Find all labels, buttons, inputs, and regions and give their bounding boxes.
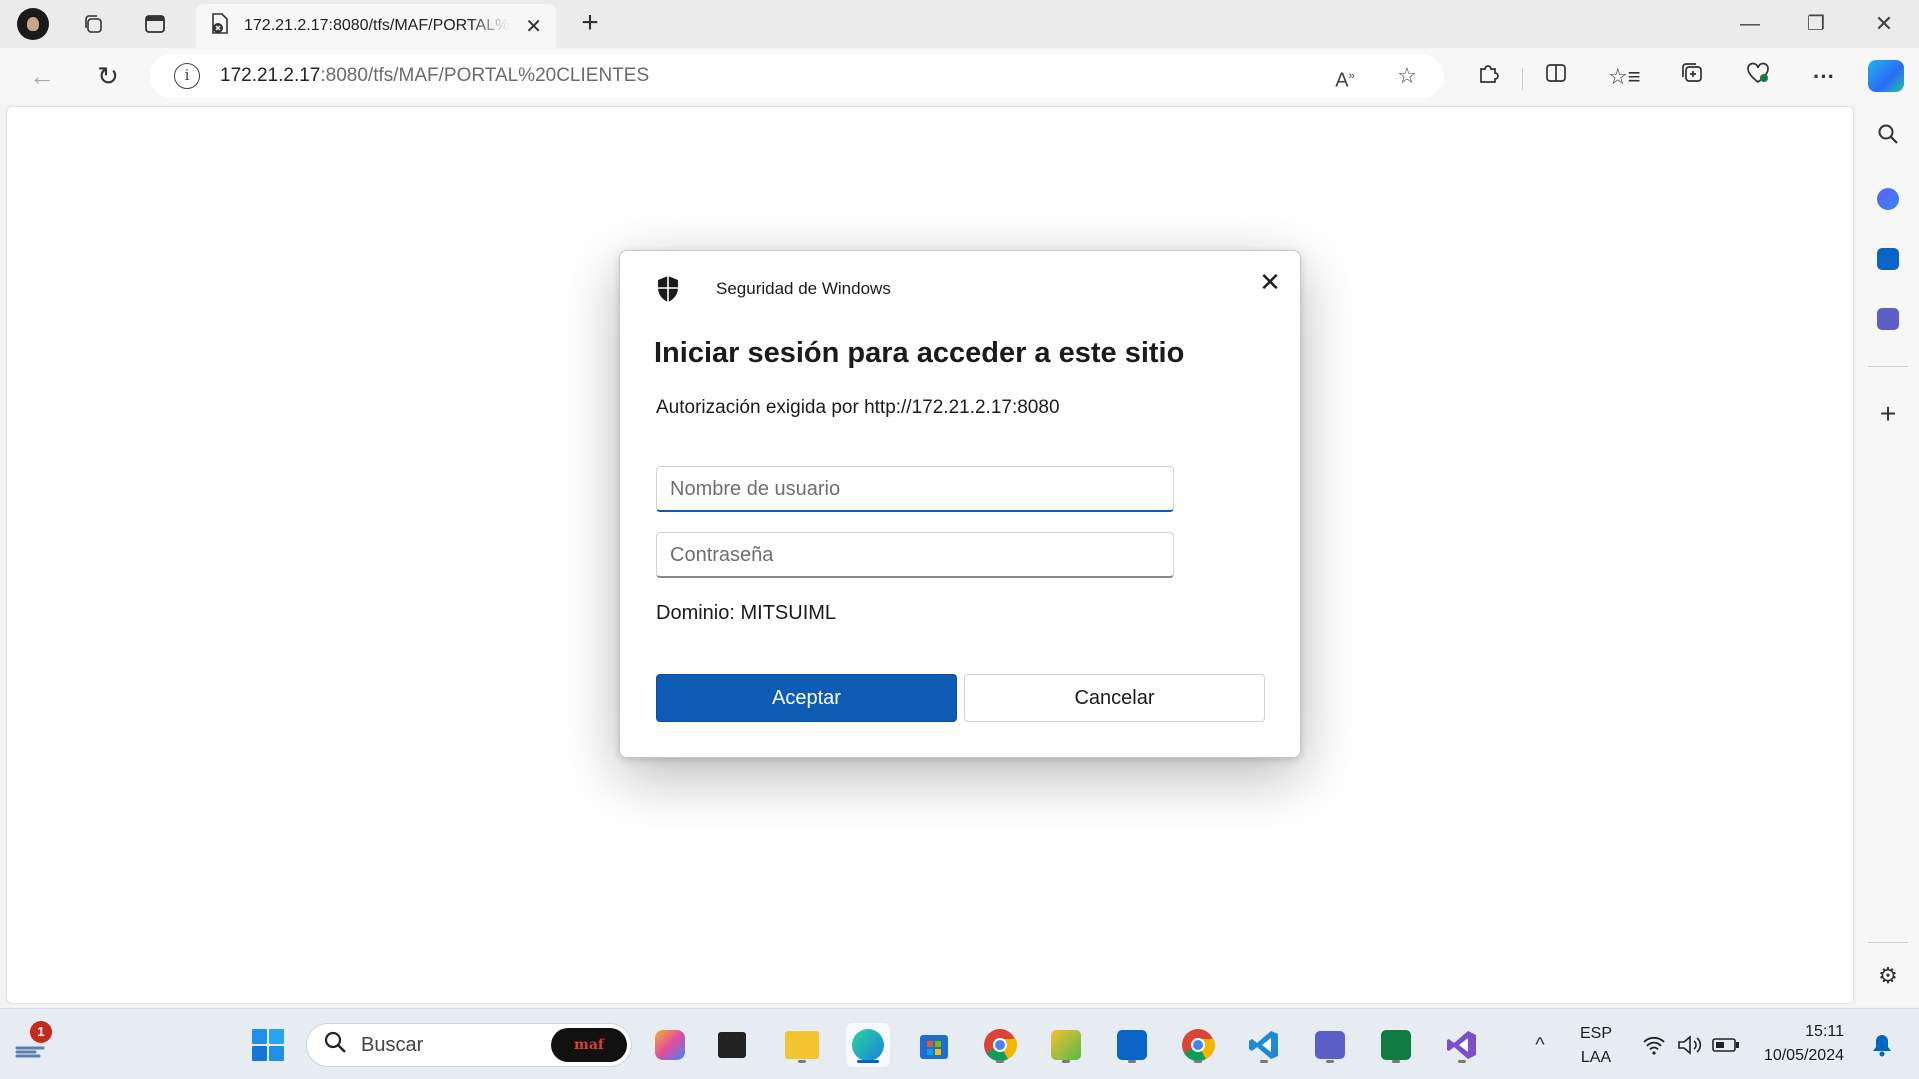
favorite-star-icon[interactable]: ☆ <box>1392 62 1422 90</box>
outlook-icon[interactable] <box>1870 240 1906 276</box>
read-aloud-icon[interactable]: A» <box>1330 62 1360 92</box>
notification-badge: 1 <box>30 1021 52 1043</box>
copilot-icon[interactable] <box>1868 60 1904 92</box>
collections-icon[interactable] <box>1676 62 1708 92</box>
windows-taskbar: 1 Buscar maf ^ ESP LAA 15:11 10/05/2024 <box>0 1008 1919 1079</box>
domain-label: Dominio: MITSUIML <box>656 602 837 624</box>
notification-bell-icon[interactable] <box>1860 1023 1904 1067</box>
teams-icon[interactable] <box>1870 300 1906 336</box>
dialog-subtitle: Autorización exigida por http://172.21.2… <box>656 397 1060 418</box>
search-highlight-badge: maf <box>551 1028 627 1062</box>
excel-icon[interactable] <box>1374 1023 1418 1067</box>
close-icon[interactable]: ✕ <box>525 14 542 39</box>
windows-start-icon[interactable] <box>246 1023 290 1067</box>
vertical-tabs-icon[interactable] <box>136 8 174 40</box>
clock-date[interactable]: 10/05/2024 <box>1750 1047 1844 1065</box>
file-explorer-icon[interactable] <box>780 1023 824 1067</box>
split-screen-icon[interactable] <box>1540 62 1572 92</box>
restore-icon[interactable]: ❐ <box>1788 8 1844 40</box>
chrome-profile-icon[interactable] <box>1176 1023 1220 1067</box>
plus-icon[interactable]: + <box>572 8 608 40</box>
close-icon[interactable]: ✕ <box>1252 265 1288 299</box>
username-input[interactable]: Nombre de usuario <box>656 466 1174 512</box>
info-icon[interactable]: i <box>174 63 200 89</box>
address-url[interactable]: 172.21.2.17:8080/tfs/MAF/PORTAL%20CLIENT… <box>220 65 649 87</box>
copilot-sidebar-icon[interactable] <box>1870 180 1906 216</box>
outlook-taskbar-icon[interactable] <box>1110 1023 1154 1067</box>
search-label: Buscar <box>361 1033 424 1056</box>
visual-studio-icon[interactable] <box>1440 1023 1484 1067</box>
network-tool-icon[interactable] <box>1044 1023 1088 1067</box>
edge-sidebar: + ⚙ <box>1856 104 1919 1006</box>
password-input[interactable]: Contraseña <box>656 532 1174 578</box>
more-icon[interactable]: ··· <box>1808 62 1840 92</box>
search-icon <box>323 1030 347 1061</box>
add-sidebar-icon[interactable]: + <box>1870 396 1906 432</box>
tab-title: 172.21.2.17:8080/tfs/MAF/PORTAL%20CLIENT… <box>244 17 509 34</box>
clock-time[interactable]: 15:11 <box>1750 1023 1844 1041</box>
browser-toolbar: ← ↻ i 172.21.2.17:8080/tfs/MAF/PORTAL%20… <box>0 48 1919 104</box>
dialog-title: Iniciar sesión para acceder a este sitio <box>654 337 1185 369</box>
back-icon[interactable]: ← <box>22 58 62 94</box>
teams-taskbar-icon[interactable] <box>1308 1023 1352 1067</box>
profile-avatar-icon[interactable] <box>14 8 52 40</box>
browser-title-bar: 172.21.2.17:8080/tfs/MAF/PORTAL%20CLIENT… <box>0 0 1919 48</box>
close-window-icon[interactable]: ✕ <box>1856 8 1912 40</box>
refresh-icon[interactable]: ↻ <box>88 58 128 94</box>
store-icon[interactable] <box>912 1023 956 1067</box>
active-tab[interactable]: 172.21.2.17:8080/tfs/MAF/PORTAL%20CLIENT… <box>196 4 556 48</box>
favorites-icon[interactable]: ☆≡ <box>1608 62 1641 92</box>
workspaces-icon[interactable] <box>74 8 112 40</box>
task-view-icon[interactable] <box>710 1023 754 1067</box>
shield-icon <box>656 275 680 303</box>
search-icon[interactable] <box>1870 120 1906 156</box>
accept-button[interactable]: Aceptar <box>656 674 957 722</box>
taskbar-search[interactable]: Buscar maf <box>306 1023 632 1067</box>
copilot-preview-icon[interactable] <box>648 1023 692 1067</box>
extensions-icon[interactable] <box>1472 62 1504 92</box>
windows-security-dialog: Seguridad de Windows ✕ Iniciar sesión pa… <box>619 250 1301 758</box>
vscode-icon[interactable] <box>1242 1023 1286 1067</box>
settings-icon[interactable]: ⚙ <box>1870 958 1906 994</box>
chevron-up-icon[interactable]: ^ <box>1518 1023 1562 1067</box>
cancel-button[interactable]: Cancelar <box>964 674 1265 722</box>
dialog-app-name: Seguridad de Windows <box>716 279 891 298</box>
chrome-icon[interactable] <box>978 1023 1022 1067</box>
battery-icon[interactable] <box>1704 1023 1748 1067</box>
language-label[interactable]: ESP <box>1576 1025 1616 1043</box>
browser-essentials-icon[interactable] <box>1742 62 1774 92</box>
minimize-icon[interactable]: — <box>1722 8 1778 40</box>
page-error-icon <box>210 12 230 40</box>
address-bar[interactable]: i 172.21.2.17:8080/tfs/MAF/PORTAL%20CLIE… <box>150 54 1444 98</box>
edge-icon[interactable] <box>846 1023 890 1067</box>
keyboard-label[interactable]: LAA <box>1576 1049 1616 1067</box>
